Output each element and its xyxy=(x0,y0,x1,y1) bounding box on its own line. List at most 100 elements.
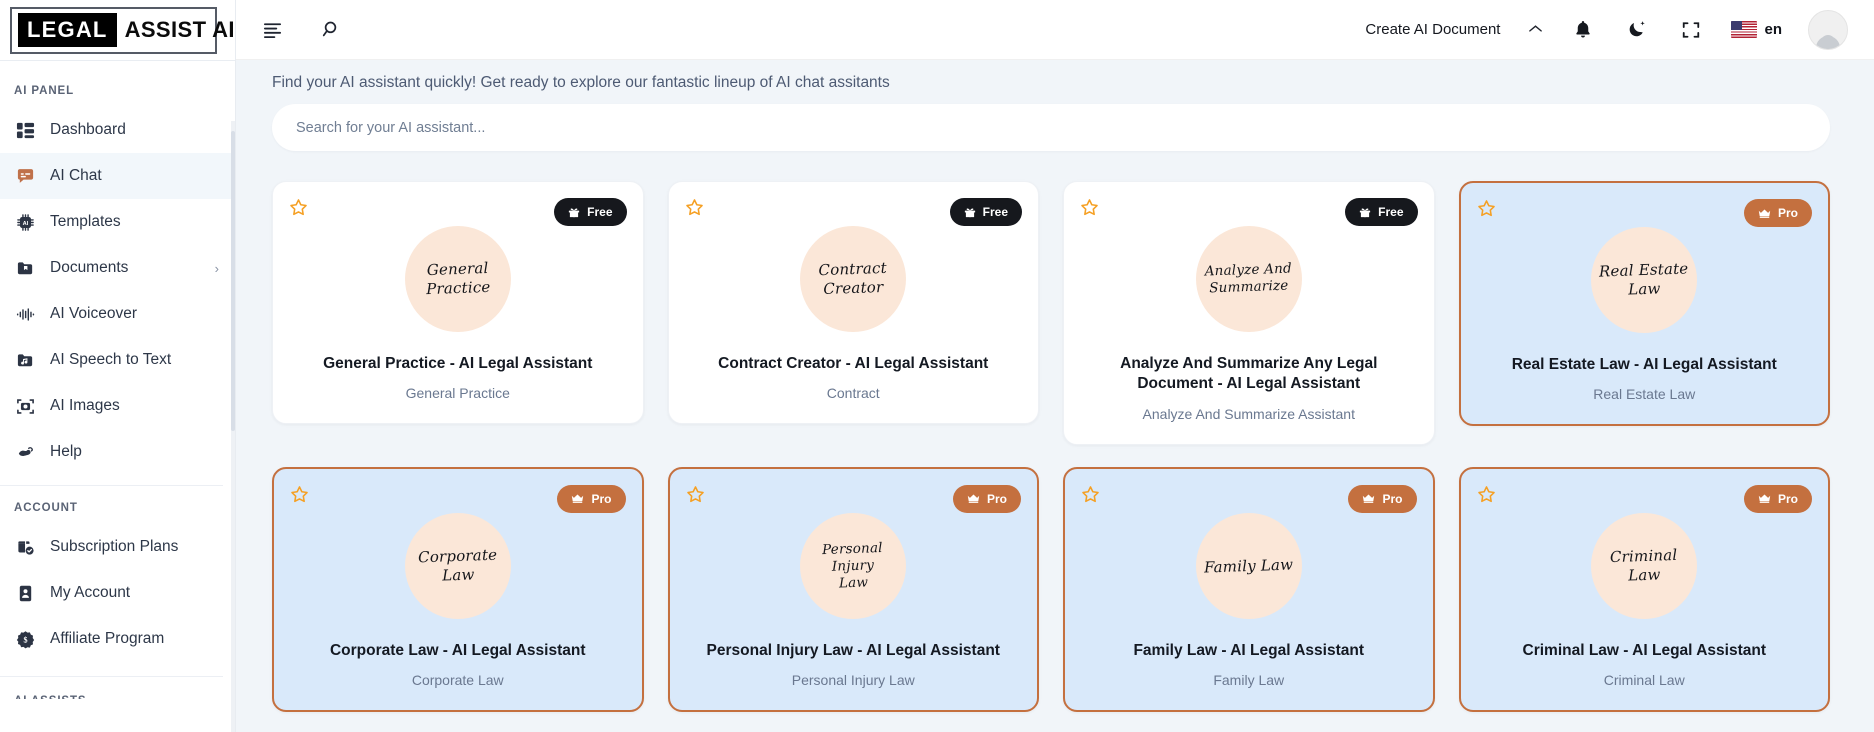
assistant-card-subtitle: Criminal Law xyxy=(1603,672,1685,689)
card-top-row: Pro xyxy=(274,469,642,513)
assistant-card-title: Corporate Law - AI Legal Assistant xyxy=(329,641,586,659)
card-top-row: Pro xyxy=(670,469,1038,513)
card-top-row: Pro xyxy=(1461,183,1829,227)
assistant-card[interactable]: Pro Criminal Law Criminal Law - AI Legal A… xyxy=(1458,466,1830,713)
assistant-card[interactable]: Pro Family Law Family Law - AI Legal Assis… xyxy=(1063,466,1435,713)
pro-badge[interactable]: Pro xyxy=(1743,484,1812,513)
chevron-up-icon[interactable] xyxy=(1528,22,1543,37)
star-icon[interactable] xyxy=(685,198,704,222)
assistant-card-subtitle: Corporate Law xyxy=(411,672,504,689)
fullscreen-icon[interactable] xyxy=(1677,16,1705,44)
sidebar-item-subscription-plans[interactable]: Subscription Plans xyxy=(0,524,235,570)
badge-label: Free xyxy=(1378,205,1404,219)
free-badge[interactable]: Free xyxy=(554,198,627,226)
create-ai-document-label: Create AI Document xyxy=(1365,21,1501,38)
sidebar-item-ai-speech-to-text[interactable]: AI Speech to Text xyxy=(0,337,235,383)
pro-badge[interactable]: Pro xyxy=(1743,199,1812,227)
sidebar-scrollbar-thumb[interactable] xyxy=(231,131,235,431)
assistant-avatar-circle: Real Estate Law xyxy=(1591,227,1698,333)
content-scroll-area: Find your AI assistant quickly! Get read… xyxy=(236,60,1874,732)
assistant-card[interactable]: Pro Real Estate Law Real Estate Law - AI L… xyxy=(1458,181,1830,427)
sidebar-item-ai-chat[interactable]: AI Chat xyxy=(0,153,235,199)
sidebar-item-ai-voiceover[interactable]: AI Voiceover xyxy=(0,291,235,337)
sidebar-item-label: AI Chat xyxy=(50,167,102,184)
sidebar-item-label: Affiliate Program xyxy=(50,630,165,647)
assistant-avatar-circle: Corporate Law xyxy=(404,512,511,619)
star-icon[interactable] xyxy=(290,485,309,509)
sidebar-item-ai-images[interactable]: AI Images xyxy=(0,383,235,429)
search-box[interactable] xyxy=(272,104,1830,151)
star-icon[interactable] xyxy=(1477,199,1496,223)
assistant-script-label: Family Law xyxy=(1203,554,1294,577)
sidebar-divider-2 xyxy=(0,676,223,677)
badge-label: Free xyxy=(587,205,613,219)
crown-icon xyxy=(571,493,584,504)
brand-logo[interactable]: LEGAL ASSIST AI xyxy=(0,0,235,60)
pro-badge[interactable]: Pro xyxy=(557,484,626,513)
language-selector[interactable]: en xyxy=(1731,21,1782,38)
badge-label: Pro xyxy=(591,491,612,506)
sidebar-item-help[interactable]: Help xyxy=(0,429,235,475)
language-code: en xyxy=(1764,21,1782,38)
assistant-card-title: General Practice - AI Legal Assistant xyxy=(323,355,593,372)
hero-headline: Find your AI assistant quickly! Get read… xyxy=(272,74,890,91)
sidebar-item-documents[interactable]: Documents › xyxy=(0,245,235,291)
crown-icon xyxy=(967,493,980,504)
sidebar-group-ai-panel: AI PANEL xyxy=(14,85,75,97)
create-ai-document-button[interactable]: Create AI Document xyxy=(1365,21,1543,38)
sidebar-item-label: Documents xyxy=(50,259,129,276)
svg-text:AI: AI xyxy=(22,220,28,226)
crown-icon xyxy=(1758,208,1771,219)
bell-icon[interactable] xyxy=(1569,16,1597,44)
svg-text:$: $ xyxy=(23,635,27,644)
sidebar-item-label: AI Voiceover xyxy=(50,305,138,322)
free-badge[interactable]: Free xyxy=(949,198,1022,226)
pro-badge[interactable]: Pro xyxy=(1348,484,1417,513)
sidebar-item-label: Dashboard xyxy=(50,121,126,138)
assistant-cards-grid: Free General Practice General Practice - A… xyxy=(236,151,1874,732)
free-badge[interactable]: Free xyxy=(1345,198,1418,226)
assistant-card[interactable]: Free Contract Creator Contract Creator - A… xyxy=(667,181,1039,425)
avatar[interactable] xyxy=(1808,9,1848,50)
assistant-script-label: Analyze And Summarize xyxy=(1204,260,1293,297)
app-root: LEGAL ASSIST AI AI PANEL Dashboard AI Ch… xyxy=(0,0,1874,732)
sidebar-item-label: My Account xyxy=(50,584,131,601)
card-top-row: Pro xyxy=(1065,469,1433,513)
search-icon[interactable] xyxy=(316,16,344,44)
box-check-icon xyxy=(14,536,36,558)
star-icon[interactable] xyxy=(686,485,705,509)
search-input[interactable] xyxy=(296,104,1806,151)
assistant-card[interactable]: Free General Practice General Practice - A… xyxy=(272,181,644,425)
sidebar-item-affiliate-program[interactable]: $ Affiliate Program xyxy=(0,616,235,662)
assistant-card-subtitle: Real Estate Law xyxy=(1593,386,1696,403)
hero-section: Find your AI assistant quickly! Get read… xyxy=(236,60,1874,151)
sidebar-item-dashboard[interactable]: Dashboard xyxy=(0,107,235,153)
gift-icon xyxy=(568,206,580,218)
sidebar-item-templates[interactable]: AI Templates xyxy=(0,199,235,245)
moon-icon[interactable] xyxy=(1623,16,1651,44)
star-icon[interactable] xyxy=(1080,198,1099,222)
assistant-card-subtitle: Analyze And Summarize Assistant xyxy=(1142,405,1355,422)
assistant-avatar-circle: Family Law xyxy=(1195,512,1302,619)
assistant-card-title: Personal Injury Law - AI Legal Assistant xyxy=(706,641,1000,659)
crown-icon xyxy=(1758,493,1771,504)
sidebar-item-my-account[interactable]: My Account xyxy=(0,570,235,616)
sidebar-group-account: ACCOUNT xyxy=(14,502,78,514)
star-icon[interactable] xyxy=(1477,485,1496,509)
assistant-card[interactable]: Pro Corporate Law Corporate Law - AI Legal… xyxy=(272,466,644,713)
sidebar-item-label: AI Speech to Text xyxy=(50,351,172,368)
assistant-card[interactable]: Free Analyze And Summarize Analyze And Summ… xyxy=(1063,181,1435,445)
sidebar: LEGAL ASSIST AI AI PANEL Dashboard AI Ch… xyxy=(0,0,236,732)
assistant-card-title: Analyze And Summarize Any Legal Document… xyxy=(1120,355,1378,393)
pro-badge[interactable]: Pro xyxy=(952,484,1021,513)
assistant-card[interactable]: Pro Personal Injury Law Personal Injury Law… xyxy=(667,466,1039,713)
sidebar-divider-1 xyxy=(0,485,223,486)
star-icon[interactable] xyxy=(289,198,308,222)
star-icon[interactable] xyxy=(1081,485,1100,509)
chat-icon xyxy=(14,165,36,187)
assistant-avatar-circle: General Practice xyxy=(404,226,511,332)
topbar-right-group: Create AI Document en xyxy=(1365,9,1848,50)
hamburger-menu-icon[interactable] xyxy=(258,16,286,44)
logo-box: LEGAL ASSIST AI xyxy=(10,6,235,54)
us-flag-icon xyxy=(1731,21,1758,38)
